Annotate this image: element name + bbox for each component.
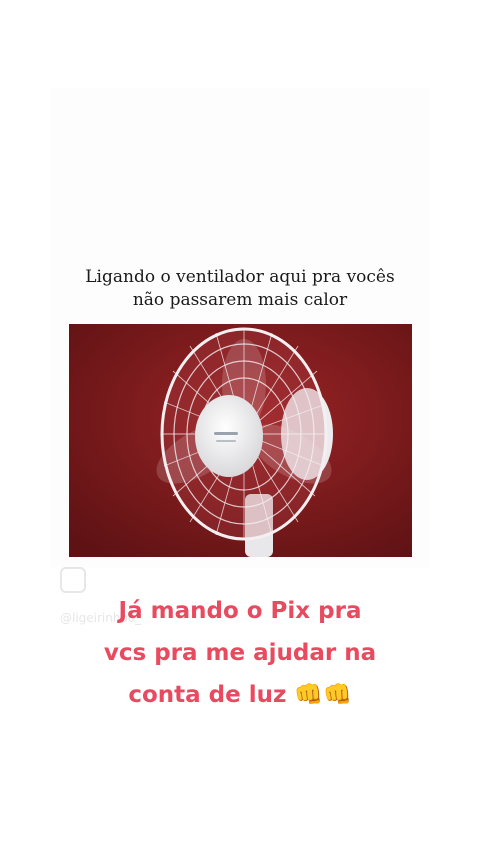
fan-hub bbox=[195, 395, 263, 477]
overlay-line-3: conta de luz 👊👊 bbox=[128, 682, 352, 708]
caption-line-1: Ligando o ventilador aqui pra vocês bbox=[85, 267, 395, 287]
story-screen: Ligando o ventilador aqui pra vocês não … bbox=[0, 0, 480, 854]
overlay-line-2: vcs pra me ajudar na bbox=[103, 640, 377, 666]
story-text-overlay: Já mando o Pix pra vcs pra me ajudar na … bbox=[40, 590, 440, 716]
fan-photo bbox=[69, 324, 412, 557]
fan-illustration bbox=[69, 324, 412, 557]
overlay-line-1: Já mando o Pix pra bbox=[118, 598, 362, 624]
caption-line-2: não passarem mais calor bbox=[132, 290, 348, 310]
meme-caption: Ligando o ventilador aqui pra vocês não … bbox=[50, 266, 430, 312]
fan-brand-logo bbox=[214, 432, 238, 435]
